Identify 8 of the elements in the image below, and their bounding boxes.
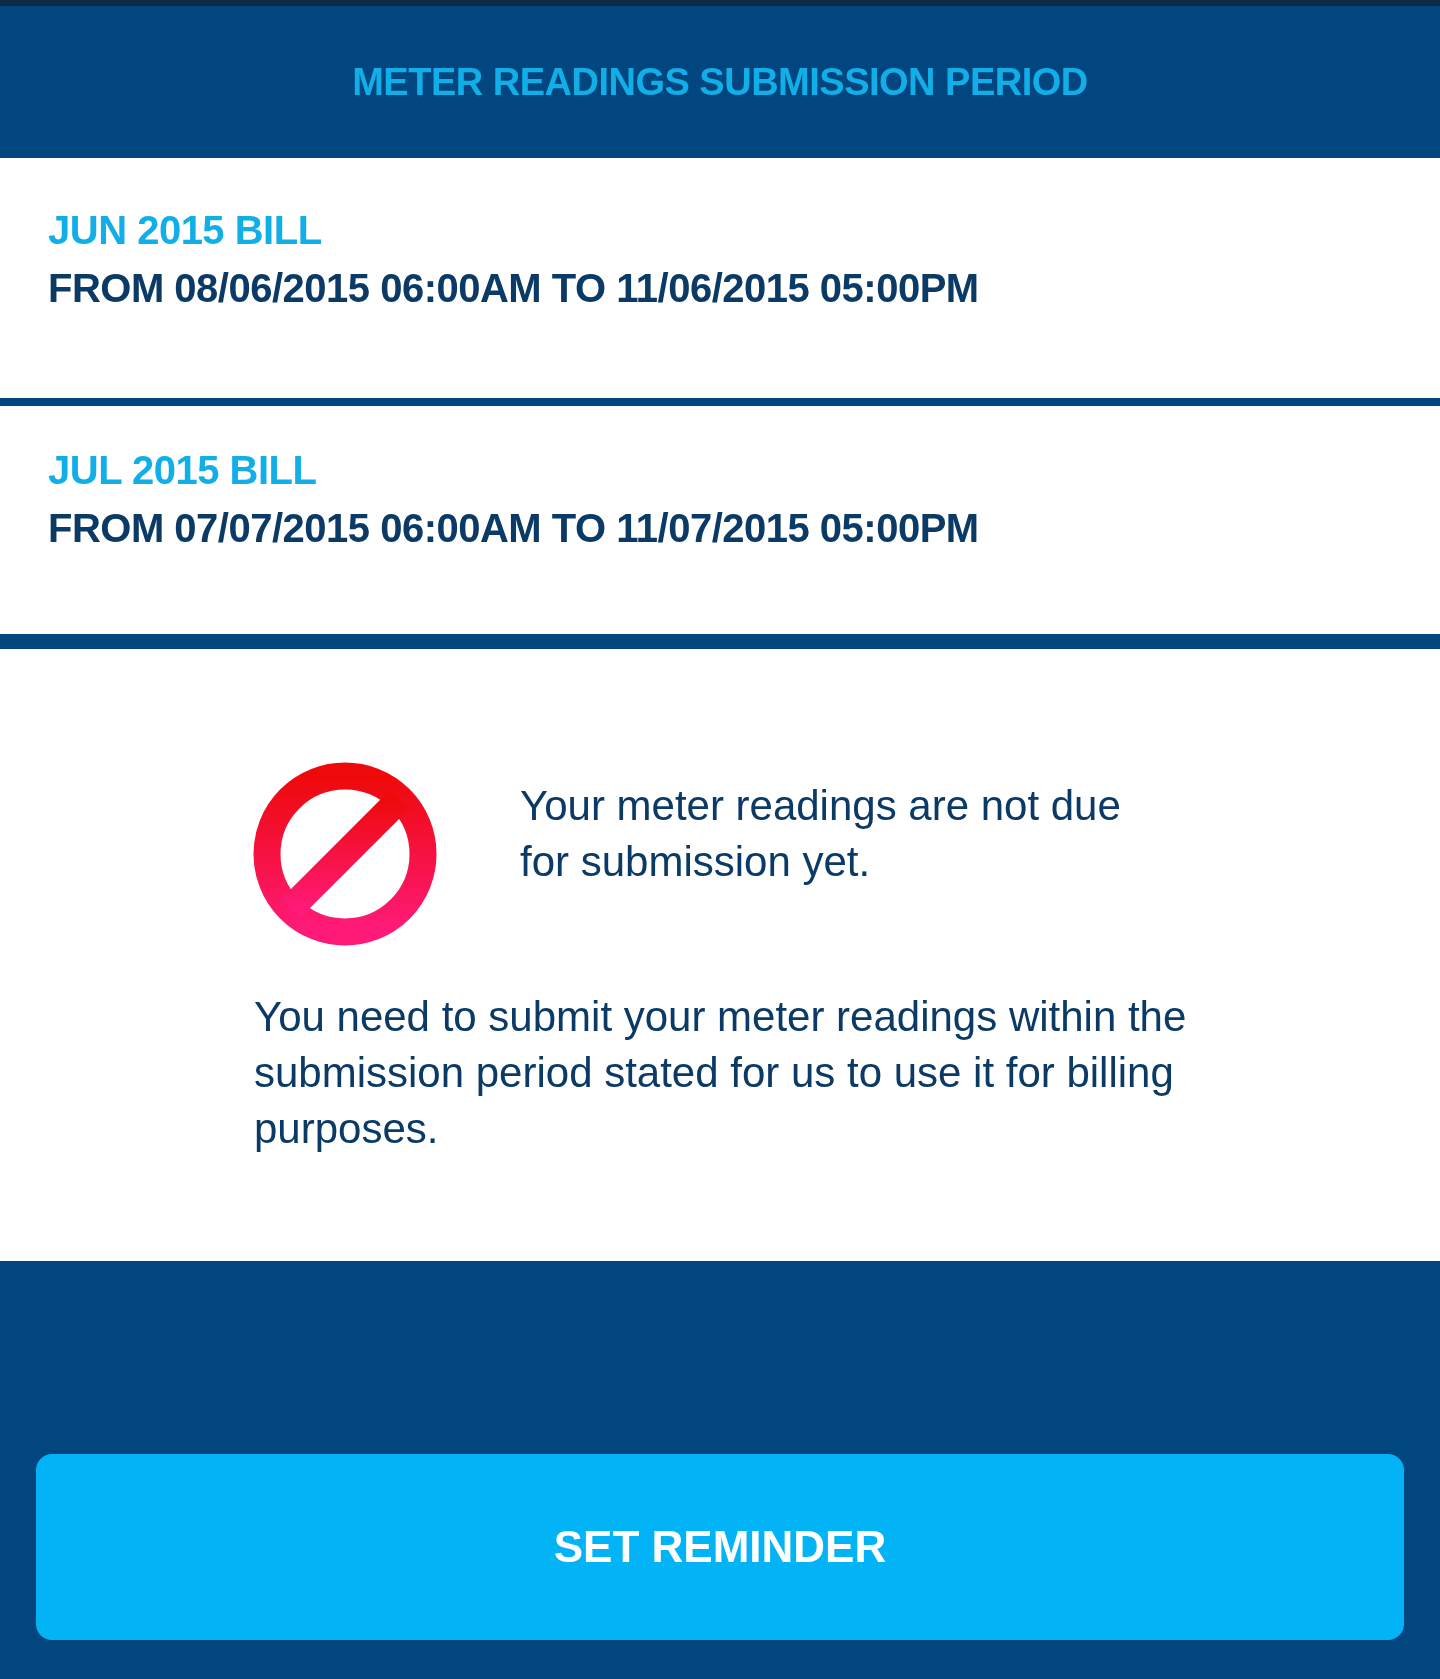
submission-period: FROM 08/06/2015 06:00AM TO 11/06/2015 05:00PM: [48, 265, 980, 312]
bill-month: JUL 2015 BILL: [48, 447, 318, 494]
submission-period: FROM 07/07/2015 06:00AM TO 11/07/2015 05:00PM: [48, 505, 980, 552]
bill-month: JUN 2015 BILL: [48, 207, 323, 254]
page-title: METER READINGS SUBMISSION PERIOD: [352, 59, 1088, 105]
explanation-text: You need to submit your meter readings within the submission period stated for us to use it for billing purposes.: [254, 992, 1188, 1154]
set-reminder-button[interactable]: SET REMINDER: [36, 1454, 1404, 1640]
status-message: Your meter readings are not due for submission yet.: [520, 781, 1122, 887]
